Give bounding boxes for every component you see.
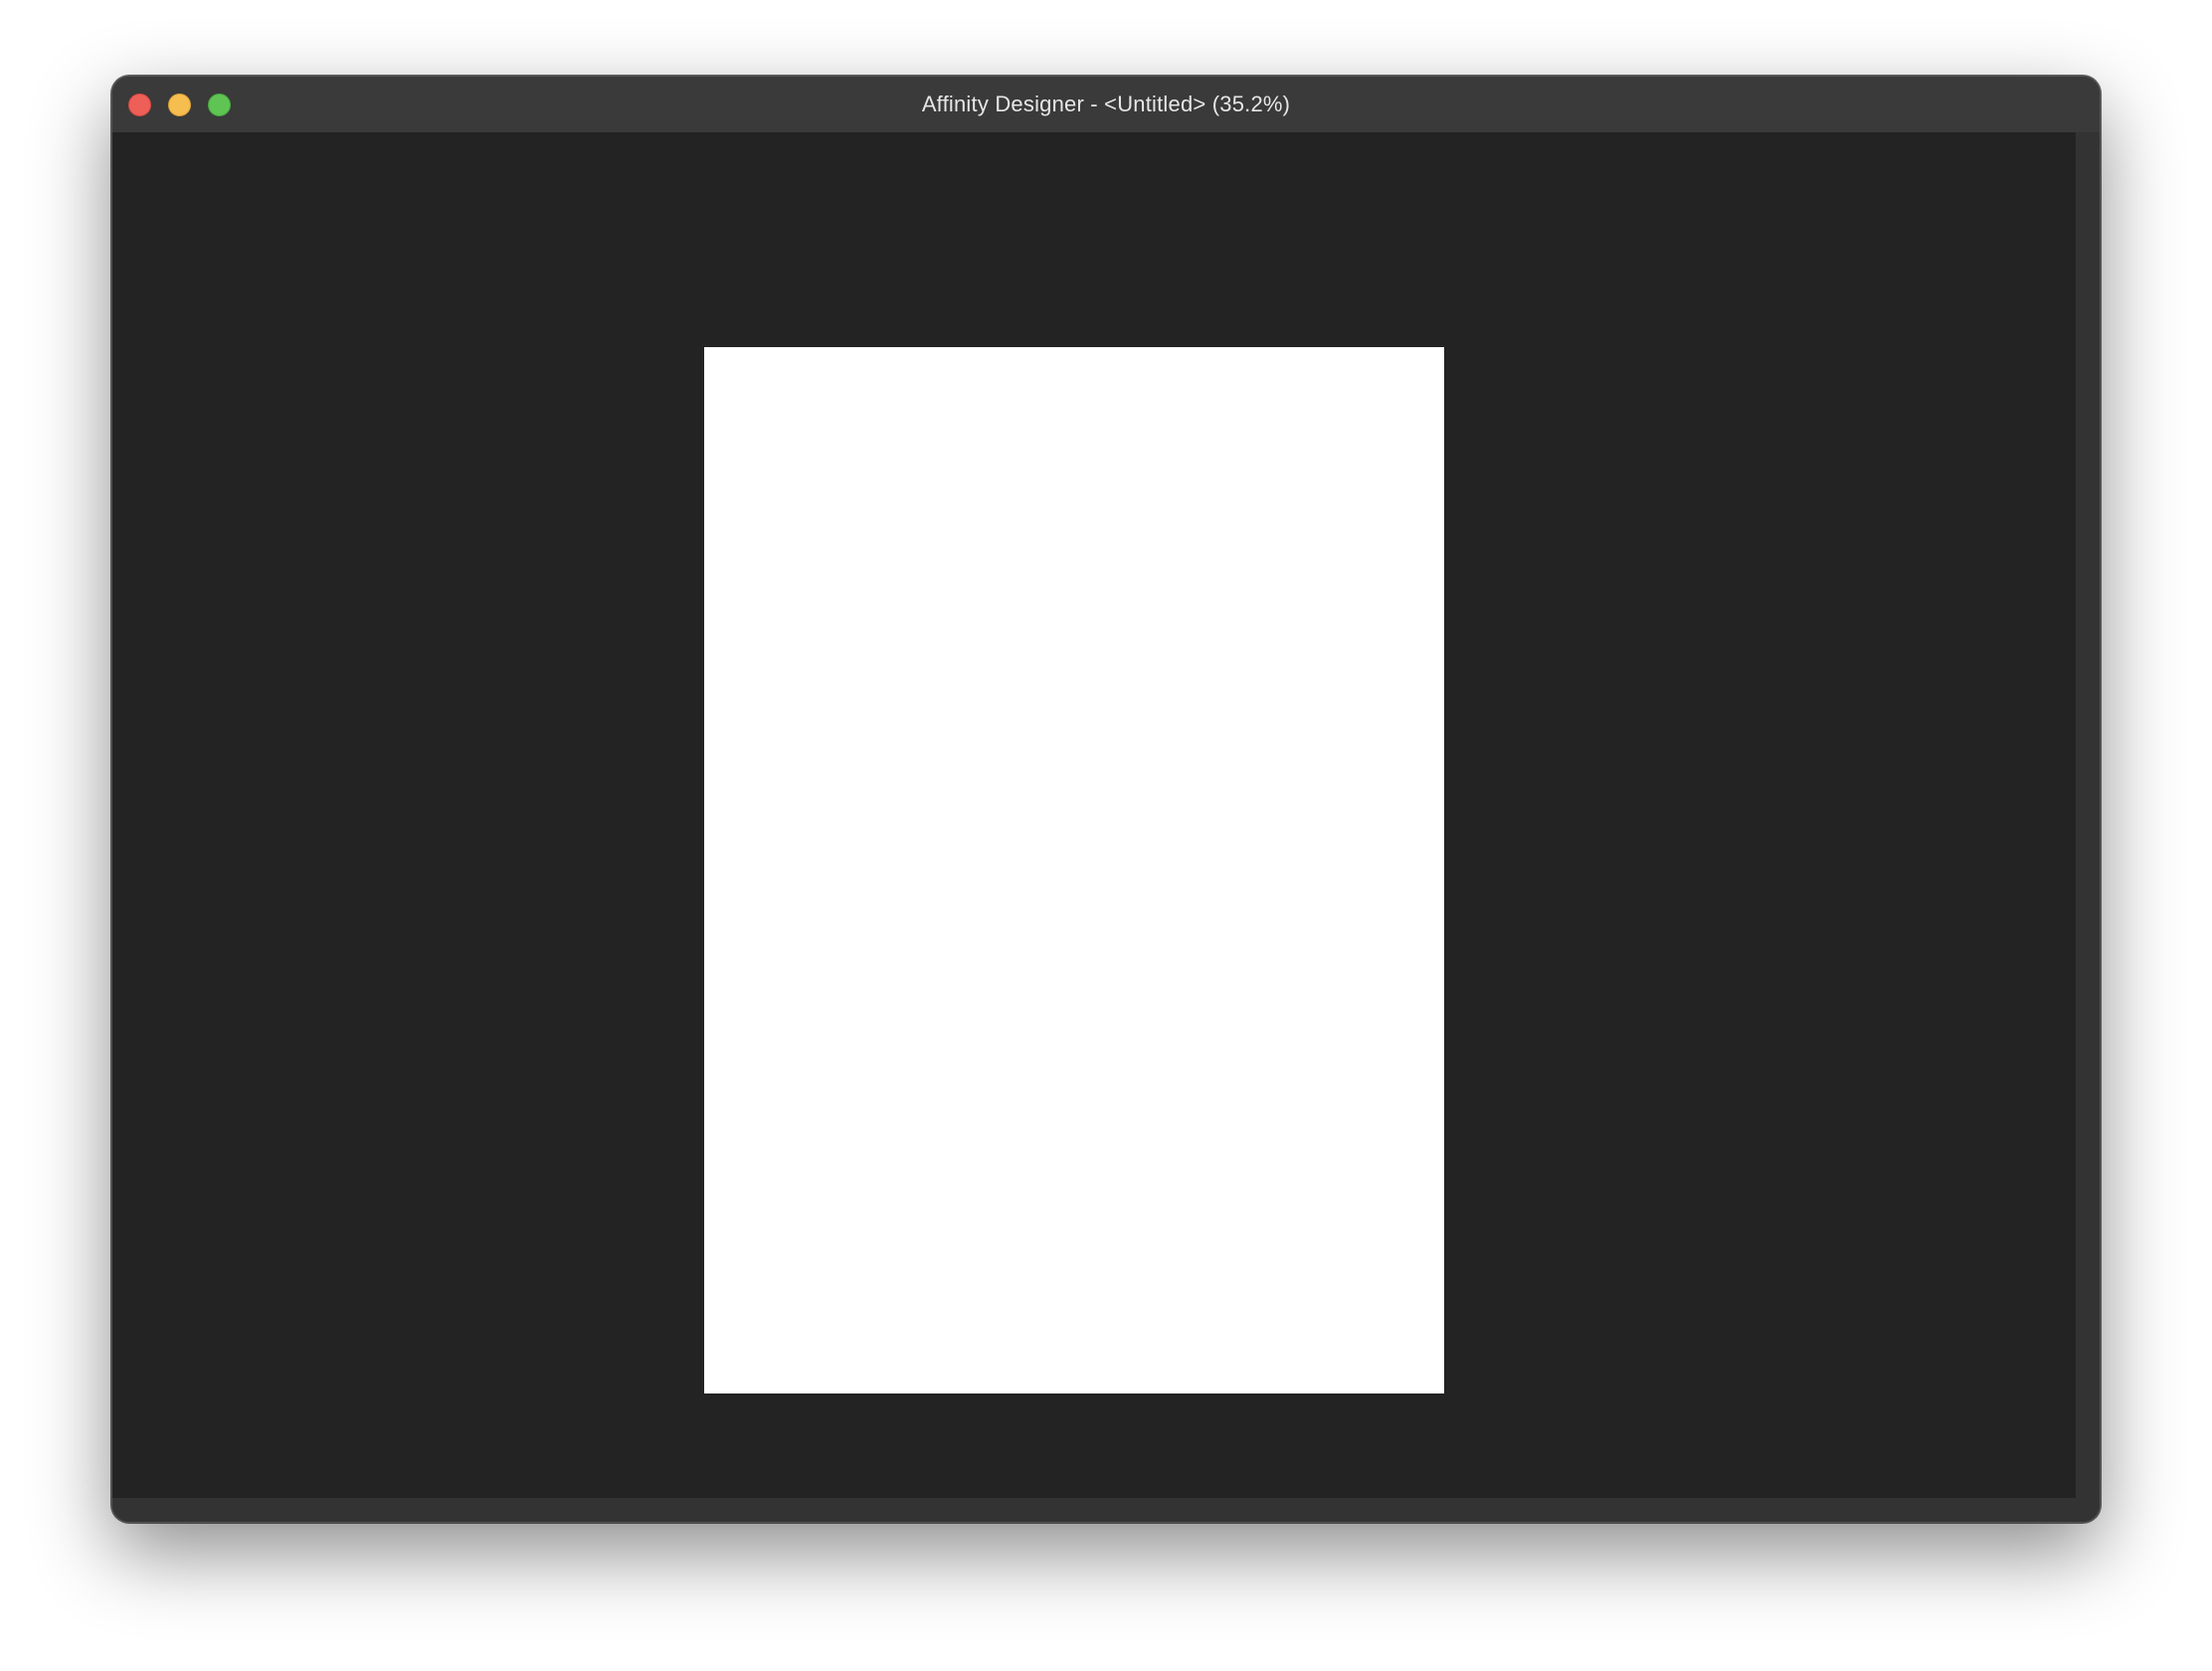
vertical-scrollbar[interactable]	[2076, 132, 2100, 1500]
title-bar[interactable]: Affinity Designer - <Untitled> (35.2%)	[112, 77, 2100, 132]
artboard[interactable]	[704, 347, 1444, 1393]
canvas-area[interactable]	[112, 132, 2078, 1500]
zoom-window-button[interactable]	[208, 93, 231, 116]
close-window-button[interactable]	[128, 93, 151, 116]
minimize-window-button[interactable]	[168, 93, 191, 116]
window-title: Affinity Designer - <Untitled> (35.2%)	[921, 92, 1291, 116]
app-window: Affinity Designer - <Untitled> (35.2%)	[111, 76, 2101, 1523]
horizontal-scrollbar[interactable]	[112, 1498, 2100, 1522]
